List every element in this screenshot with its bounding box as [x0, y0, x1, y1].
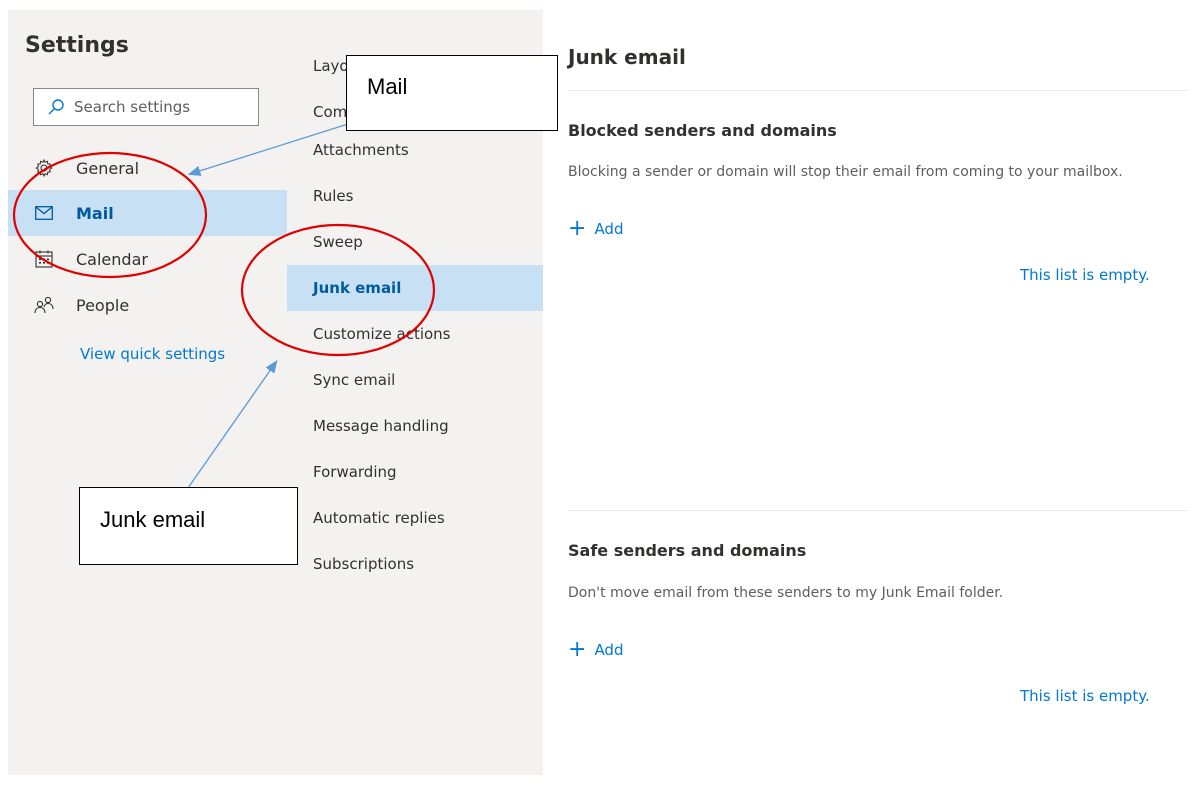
subnav-item-label: Sweep: [313, 233, 363, 251]
people-icon: [34, 295, 54, 315]
mail-callout: Mail: [346, 55, 558, 131]
plus-icon: +: [568, 216, 587, 241]
subnav-item-message-handling[interactable]: Message handling: [287, 403, 543, 449]
view-quick-settings-link[interactable]: View quick settings: [80, 345, 225, 363]
calendar-icon: [34, 249, 54, 269]
subnav-item-label: Junk email: [313, 279, 402, 297]
blocked-senders-title: Blocked senders and domains: [568, 121, 837, 140]
subnav-item-label: Automatic replies: [313, 509, 445, 527]
mail-callout-text: Mail: [367, 74, 408, 99]
subnav-item-sync-email[interactable]: Sync email: [287, 357, 543, 403]
nav-item-label: Mail: [76, 203, 114, 223]
subnav-item-attachments[interactable]: Attachments: [287, 127, 543, 173]
subnav-item-label: Rules: [313, 187, 354, 205]
search-settings-box[interactable]: [33, 88, 259, 126]
subnav-item-customize-actions[interactable]: Customize actions: [287, 311, 543, 357]
subnav-item-label: Sync email: [313, 371, 396, 389]
subnav-item-label: Forwarding: [313, 463, 397, 481]
search-icon: [48, 99, 64, 115]
page-title: Junk email: [568, 45, 686, 69]
nav-item-calendar[interactable]: Calendar: [8, 236, 287, 282]
mail-icon: [34, 203, 54, 223]
add-safe-sender-button[interactable]: + Add: [568, 639, 623, 661]
section-divider: [568, 510, 1188, 511]
nav-item-label: Calendar: [76, 249, 148, 269]
subnav-item-automatic-replies[interactable]: Automatic replies: [287, 495, 543, 541]
nav-item-label: General: [76, 158, 140, 178]
search-settings-input[interactable]: [72, 97, 246, 117]
subnav-item-sweep[interactable]: Sweep: [287, 219, 543, 265]
subnav-item-label: Attachments: [313, 141, 409, 159]
subnav-item-label: Customize actions: [313, 325, 451, 343]
add-label: Add: [594, 641, 624, 659]
nav-item-mail[interactable]: Mail: [8, 190, 287, 236]
settings-title: Settings: [25, 33, 129, 58]
safe-list-empty-text: This list is empty.: [1020, 687, 1150, 705]
add-blocked-sender-button[interactable]: + Add: [568, 218, 623, 240]
gear-icon: [34, 158, 54, 178]
subnav-item-forwarding[interactable]: Forwarding: [287, 449, 543, 495]
nav-item-people[interactable]: People: [8, 282, 287, 328]
subnav-item-label: Message handling: [313, 417, 449, 435]
junk-callout-text: Junk email: [100, 507, 206, 532]
nav-item-general[interactable]: General: [8, 145, 287, 191]
title-divider: [568, 90, 1188, 91]
nav-item-label: People: [76, 295, 130, 315]
plus-icon: +: [568, 637, 587, 662]
safe-senders-title: Safe senders and domains: [568, 541, 807, 560]
subnav-item-junk-email[interactable]: Junk email: [287, 265, 543, 311]
safe-senders-description: Don't move email from these senders to m…: [568, 585, 1004, 601]
junk-email-callout: Junk email: [79, 487, 298, 565]
subnav-item-rules[interactable]: Rules: [287, 173, 543, 219]
subnav-item-subscriptions[interactable]: Subscriptions: [287, 541, 543, 587]
blocked-list-empty-text: This list is empty.: [1020, 266, 1150, 284]
blocked-senders-description: Blocking a sender or domain will stop th…: [568, 164, 1123, 180]
subnav-item-label: Subscriptions: [313, 555, 415, 573]
add-label: Add: [594, 220, 624, 238]
